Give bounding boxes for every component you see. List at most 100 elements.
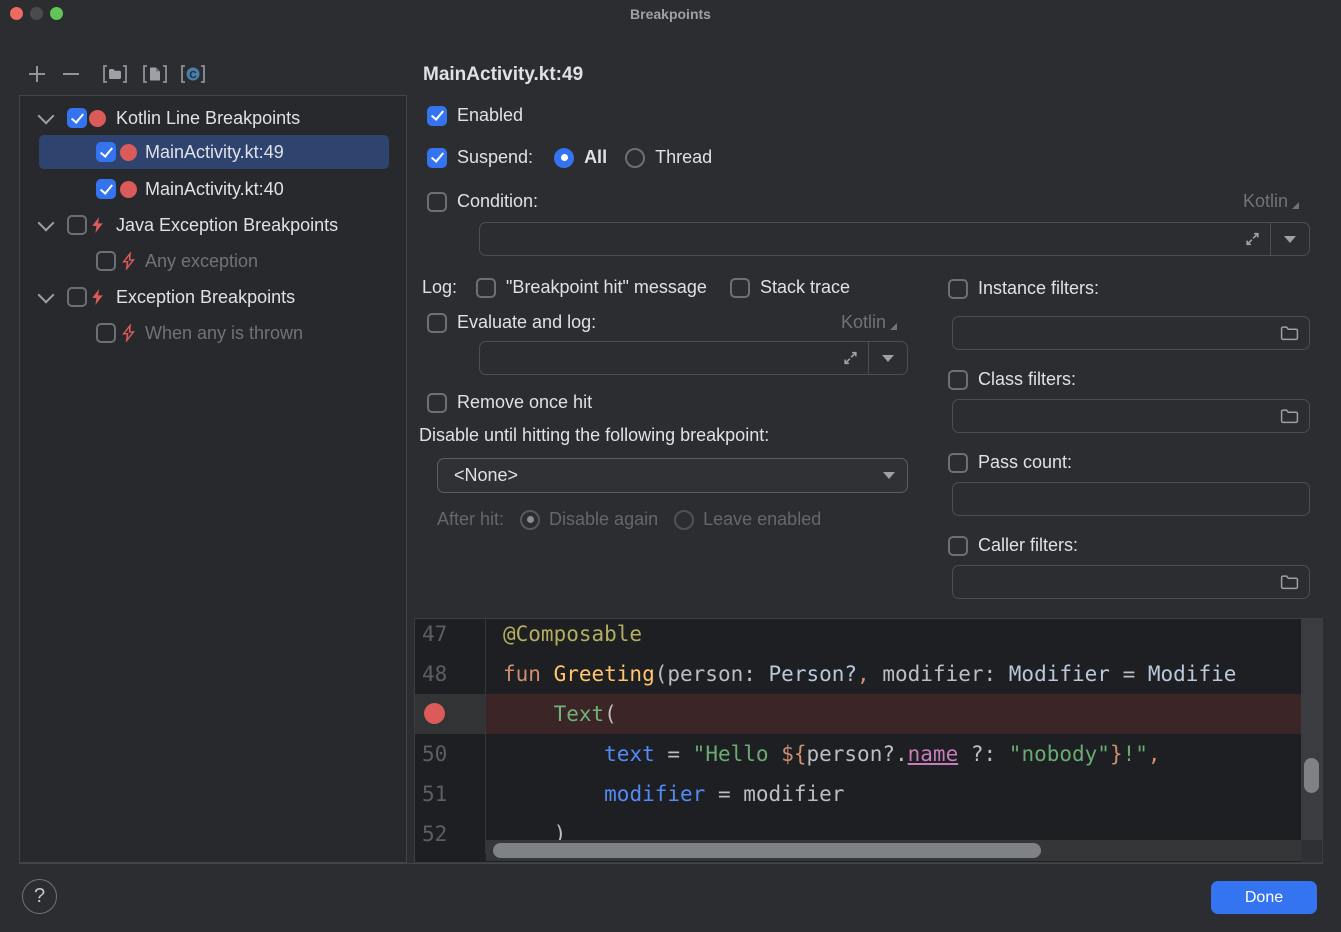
enabled-checkbox[interactable] bbox=[427, 106, 447, 126]
tree-group-java-exception[interactable]: Java Exception Breakpoints bbox=[20, 207, 406, 243]
language-corner-icon bbox=[890, 323, 897, 330]
title-bar: Breakpoints bbox=[0, 0, 1341, 28]
tree-item-when-any-thrown[interactable]: When any is thrown bbox=[20, 315, 406, 351]
checkbox-kotlin-line-group[interactable] bbox=[67, 108, 87, 128]
help-button[interactable]: ? bbox=[22, 879, 57, 914]
folder-icon[interactable] bbox=[1280, 574, 1299, 590]
expand-editor-icon[interactable] bbox=[1244, 231, 1261, 248]
chevron-down-icon[interactable] bbox=[38, 215, 55, 232]
line-number: 50 bbox=[415, 734, 486, 774]
code-lines: 47 @Composable 48 fun Greeting(person: P… bbox=[415, 618, 1322, 854]
log-message-label[interactable]: "Breakpoint hit" message bbox=[506, 277, 707, 298]
tree-item-any-exception[interactable]: Any exception bbox=[20, 243, 406, 279]
chevron-down-icon[interactable] bbox=[38, 108, 55, 125]
condition-input[interactable] bbox=[480, 223, 1270, 255]
remove-once-label[interactable]: Remove once hit bbox=[457, 392, 592, 413]
evaluate-field bbox=[479, 341, 908, 375]
leave-enabled-radio[interactable] bbox=[674, 510, 694, 530]
suspend-label: Suspend: bbox=[457, 147, 533, 168]
group-by-class-button[interactable]: C bbox=[179, 60, 207, 88]
checkbox-when-any-thrown[interactable] bbox=[96, 323, 116, 343]
caller-filters-row: Caller filters: bbox=[948, 535, 1078, 556]
evaluate-history-dropdown[interactable] bbox=[868, 342, 907, 374]
disable-again-radio[interactable] bbox=[520, 510, 540, 530]
exception-bolt-icon bbox=[89, 288, 106, 306]
vertical-scrollbar[interactable] bbox=[1301, 619, 1322, 862]
group-by-file-button[interactable] bbox=[141, 60, 169, 88]
instance-filters-row: Instance filters: bbox=[948, 278, 1099, 299]
checkbox-mainactivity-40[interactable] bbox=[96, 179, 116, 199]
enabled-label: Enabled bbox=[457, 105, 523, 126]
tree-item-mainactivity-40[interactable]: MainActivity.kt:40 bbox=[20, 171, 406, 207]
pass-count-field[interactable] bbox=[952, 482, 1310, 516]
breakpoint-dot-icon[interactable] bbox=[424, 703, 445, 724]
tree-item-label: MainActivity.kt:40 bbox=[145, 179, 284, 200]
add-breakpoint-button[interactable] bbox=[23, 60, 51, 88]
evaluate-input[interactable] bbox=[480, 342, 868, 374]
folder-icon[interactable] bbox=[1280, 325, 1299, 341]
group-by-package-button[interactable] bbox=[101, 60, 129, 88]
language-corner-icon bbox=[1292, 202, 1299, 209]
condition-language-chooser[interactable]: Kotlin bbox=[1243, 191, 1299, 212]
evaluate-language-label: Kotlin bbox=[841, 312, 886, 333]
tree-group-exception[interactable]: Exception Breakpoints bbox=[20, 279, 406, 315]
folder-icon[interactable] bbox=[1280, 408, 1299, 424]
horizontal-scrollbar[interactable] bbox=[486, 840, 1301, 861]
chevron-down-icon bbox=[1284, 236, 1296, 243]
evaluate-language-chooser[interactable]: Kotlin bbox=[841, 312, 897, 333]
caller-filters-checkbox[interactable] bbox=[948, 536, 968, 556]
suspend-thread-label[interactable]: Thread bbox=[655, 147, 712, 168]
code-line-47: 47 @Composable bbox=[415, 618, 1322, 654]
suspend-all-label[interactable]: All bbox=[584, 147, 607, 168]
group-by-file-icon bbox=[143, 63, 167, 85]
leave-enabled-label: Leave enabled bbox=[703, 509, 821, 530]
condition-history-dropdown[interactable] bbox=[1270, 223, 1309, 255]
group-by-package-icon bbox=[103, 63, 127, 85]
instance-filters-checkbox[interactable] bbox=[948, 279, 968, 299]
minus-icon bbox=[60, 63, 82, 85]
checkbox-exception-group[interactable] bbox=[67, 287, 87, 307]
condition-label: Condition: bbox=[457, 191, 538, 212]
condition-checkbox[interactable] bbox=[427, 192, 447, 212]
target-breakpoint-combobox[interactable]: <None> bbox=[437, 458, 908, 493]
done-button[interactable]: Done bbox=[1211, 881, 1317, 914]
code-line-48: 48 fun Greeting(person: Person?, modifie… bbox=[415, 654, 1322, 694]
code-preview: 47 @Composable 48 fun Greeting(person: P… bbox=[414, 618, 1323, 863]
checkbox-any-exception[interactable] bbox=[96, 251, 116, 271]
suspend-checkbox[interactable] bbox=[427, 148, 447, 168]
suspend-thread-radio[interactable] bbox=[625, 148, 645, 168]
log-message-checkbox[interactable] bbox=[476, 278, 496, 298]
code-line-50: 50 text = "Hello ${person?.name ?: "nobo… bbox=[415, 734, 1322, 774]
stack-trace-checkbox[interactable] bbox=[730, 278, 750, 298]
checkbox-mainactivity-49[interactable] bbox=[96, 142, 116, 162]
condition-field bbox=[479, 222, 1310, 256]
class-filters-checkbox[interactable] bbox=[948, 370, 968, 390]
evaluate-checkbox[interactable] bbox=[427, 313, 447, 333]
pass-count-row: Pass count: bbox=[948, 452, 1072, 473]
remove-once-row: Remove once hit bbox=[427, 392, 592, 413]
chevron-down-icon bbox=[883, 472, 895, 479]
stack-trace-label[interactable]: Stack trace bbox=[760, 277, 850, 298]
vertical-scrollbar-thumb[interactable] bbox=[1304, 758, 1319, 793]
horizontal-scrollbar-thumb[interactable] bbox=[493, 843, 1041, 858]
line-number: 52 bbox=[415, 814, 486, 854]
checkbox-java-exception-group[interactable] bbox=[67, 215, 87, 235]
tree-group-kotlin-line[interactable]: Kotlin Line Breakpoints bbox=[20, 100, 406, 136]
class-filters-field[interactable] bbox=[952, 399, 1310, 433]
log-row: Log: "Breakpoint hit" message Stack trac… bbox=[422, 277, 850, 298]
expand-editor-icon[interactable] bbox=[842, 350, 859, 367]
pass-count-checkbox[interactable] bbox=[948, 453, 968, 473]
enabled-row: Enabled bbox=[427, 105, 523, 126]
remove-once-checkbox[interactable] bbox=[427, 393, 447, 413]
suspend-all-radio[interactable] bbox=[554, 148, 574, 168]
remove-breakpoint-button[interactable] bbox=[57, 60, 85, 88]
caller-filters-field[interactable] bbox=[952, 565, 1310, 599]
instance-filters-field[interactable] bbox=[952, 316, 1310, 350]
disable-until-row: Disable until hitting the following brea… bbox=[419, 425, 769, 446]
class-filters-row: Class filters: bbox=[948, 369, 1076, 390]
window-title: Breakpoints bbox=[0, 6, 1341, 22]
suspend-row: Suspend: All Thread bbox=[427, 147, 712, 168]
chevron-down-icon[interactable] bbox=[38, 287, 55, 304]
tree-item-label: MainActivity.kt:49 bbox=[145, 142, 284, 163]
tree-item-mainactivity-49[interactable]: MainActivity.kt:49 bbox=[20, 134, 406, 170]
